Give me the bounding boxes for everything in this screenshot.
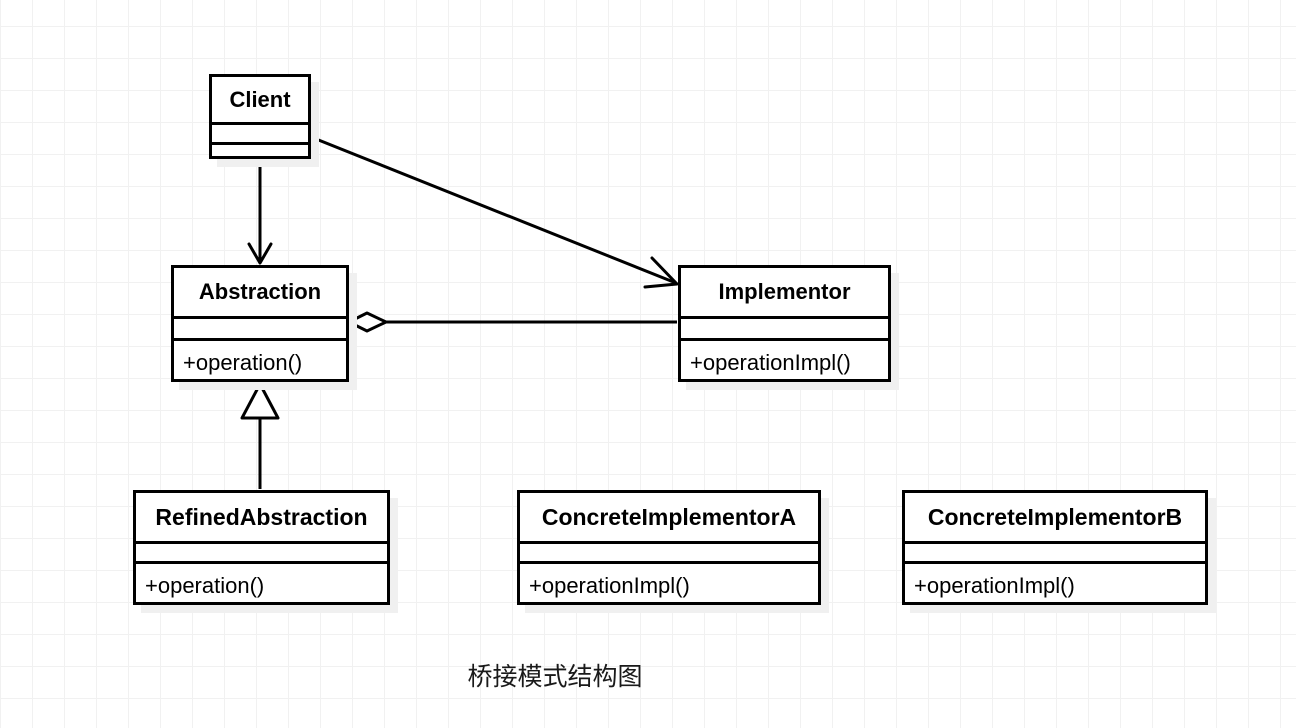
uml-operations-compartment: +operation() bbox=[136, 561, 387, 608]
uml-attributes-compartment bbox=[136, 541, 387, 561]
uml-attributes-compartment bbox=[681, 316, 888, 338]
edge-client-to-abstraction bbox=[247, 159, 273, 265]
uml-class-name: Implementor bbox=[718, 279, 851, 304]
uml-class-name: ConcreteImplementorB bbox=[927, 503, 1183, 530]
edge-client-to-implementor bbox=[310, 135, 679, 289]
uml-operations-compartment: +operationImpl() bbox=[681, 338, 888, 385]
uml-attributes-compartment bbox=[520, 541, 818, 561]
uml-operation: +operationImpl() bbox=[529, 573, 690, 598]
uml-operations-compartment: +operation() bbox=[174, 338, 346, 385]
uml-class-name: Abstraction bbox=[198, 279, 322, 304]
edge-refined-to-abstraction bbox=[240, 382, 280, 489]
uml-diagram-canvas: Client Abstraction +operation() Implemen… bbox=[0, 0, 1296, 728]
uml-operation: +operationImpl() bbox=[690, 350, 851, 375]
uml-class-abstraction[interactable]: Abstraction +operation() bbox=[171, 265, 349, 382]
uml-class-name: ConcreteImplementorA bbox=[541, 503, 797, 530]
uml-class-concrete-implementor-a[interactable]: ConcreteImplementorA +operationImpl() bbox=[517, 490, 821, 605]
uml-operation: +operationImpl() bbox=[914, 573, 1075, 598]
uml-class-name: RefinedAbstraction bbox=[155, 503, 368, 530]
uml-attributes-compartment bbox=[212, 122, 308, 142]
uml-operation: +operation() bbox=[183, 350, 303, 375]
uml-class-client[interactable]: Client bbox=[209, 74, 311, 159]
edge-abstraction-to-implementor bbox=[347, 311, 677, 333]
uml-class-implementor[interactable]: Implementor +operationImpl() bbox=[678, 265, 891, 382]
uml-operations-compartment bbox=[212, 142, 308, 159]
diagram-caption: 桥接模式结构图 bbox=[467, 663, 643, 691]
uml-attributes-compartment bbox=[174, 316, 346, 338]
uml-operation: +operation() bbox=[145, 573, 265, 598]
uml-class-refined-abstraction[interactable]: RefinedAbstraction +operation() bbox=[133, 490, 390, 605]
uml-attributes-compartment bbox=[905, 541, 1205, 561]
uml-class-concrete-implementor-b[interactable]: ConcreteImplementorB +operationImpl() bbox=[902, 490, 1208, 605]
uml-operations-compartment: +operationImpl() bbox=[905, 561, 1205, 608]
uml-class-name: Client bbox=[229, 86, 291, 112]
uml-operations-compartment: +operationImpl() bbox=[520, 561, 818, 608]
